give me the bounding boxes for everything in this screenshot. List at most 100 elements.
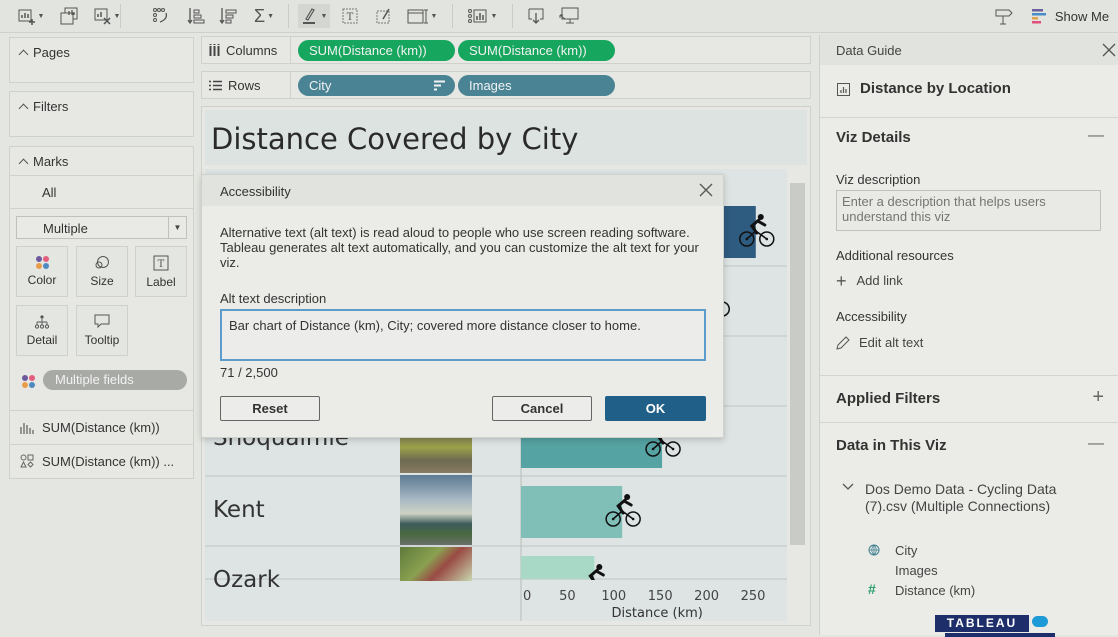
divider: [820, 422, 1118, 423]
dropdown-caret-icon: ▼: [37, 12, 45, 20]
swap-rows-columns-icon: [153, 8, 168, 23]
x-axis-title: Distance (km): [612, 606, 703, 621]
fit-button[interactable]: ▼: [404, 4, 440, 28]
sort-ascending-button[interactable]: [184, 4, 208, 28]
measure-tab-bar[interactable]: SUM(Distance (km)): [10, 411, 193, 444]
bar-ozark: [521, 556, 595, 579]
shape-mark-icon: [20, 454, 34, 468]
totals-button[interactable]: Σ ▼: [250, 4, 278, 28]
data-guide-header: Data Guide: [820, 35, 1118, 65]
pill-label: Images: [469, 78, 512, 93]
pages-card-header[interactable]: Pages: [18, 45, 70, 60]
multiple-fields-pill[interactable]: Multiple fields: [43, 370, 187, 390]
filters-card-header[interactable]: Filters: [18, 99, 69, 114]
data-guide-pane: Data Guide Distance by Location Viz Deta…: [819, 35, 1118, 637]
presentation-mode-button[interactable]: [556, 4, 582, 28]
clear-sheet-icon: [94, 8, 111, 25]
pages-card: Pages: [9, 37, 194, 83]
expand-plus-icon[interactable]: +: [1092, 386, 1104, 409]
duplicate-sheet-icon: [60, 7, 78, 25]
detail-button[interactable]: Detail: [16, 305, 68, 356]
mark-type-select[interactable]: Multiple ▼: [16, 216, 187, 239]
show-cards-button[interactable]: ▼: [464, 4, 500, 28]
swap-button[interactable]: [148, 4, 174, 28]
additional-resources-label: Additional resources: [836, 248, 954, 263]
viz-title: Distance Covered by City: [211, 122, 579, 156]
totals-sigma-icon: Σ: [253, 5, 266, 26]
sort-descending-button[interactable]: [216, 4, 240, 28]
collapse-minus-icon[interactable]: —: [1088, 435, 1104, 453]
show-labels-icon: T: [342, 8, 358, 24]
clear-sheet-button[interactable]: ▼: [92, 4, 122, 28]
rows-label: Rows: [228, 77, 261, 93]
reset-button[interactable]: Reset: [220, 396, 320, 421]
number-hash-icon: #: [868, 581, 876, 597]
globe-icon: [868, 544, 880, 556]
add-link-button[interactable]: + Add link: [836, 272, 903, 290]
chevron-down-icon[interactable]: [842, 483, 854, 491]
format-button[interactable]: [372, 4, 396, 28]
ok-button[interactable]: OK: [605, 396, 706, 421]
viz-description-label: Viz description: [836, 172, 921, 187]
cancel-button[interactable]: Cancel: [492, 396, 592, 421]
rows-pill-city[interactable]: City: [298, 75, 455, 96]
edit-alt-text-button[interactable]: Edit alt text: [836, 335, 923, 350]
highlight-button[interactable]: ▼: [298, 4, 330, 28]
pencil-icon: [836, 335, 850, 350]
label-button[interactable]: T Label: [135, 246, 187, 297]
columns-pill-distance-1[interactable]: SUM(Distance (km)): [298, 40, 455, 61]
marks-all-tab[interactable]: All: [10, 176, 193, 208]
columns-pill-distance-2[interactable]: SUM(Distance (km)): [458, 40, 615, 61]
close-icon[interactable]: [1101, 42, 1117, 58]
viz-description-input[interactable]: [836, 190, 1101, 231]
sort-indicator-icon: [434, 80, 445, 91]
alt-text-input[interactable]: [220, 309, 706, 361]
label-label: Label: [146, 274, 176, 289]
x-tick-label: 100: [601, 589, 626, 604]
show-labels-button[interactable]: T: [338, 4, 362, 28]
sort-ascending-icon: [187, 8, 205, 25]
signpost-button[interactable]: [992, 4, 1016, 28]
rows-pill-images[interactable]: Images: [458, 75, 615, 96]
collapse-chevron-icon: [18, 158, 29, 169]
x-tick-label: 150: [648, 589, 673, 604]
size-button[interactable]: Size: [76, 246, 128, 297]
collapse-chevron-icon: [18, 49, 29, 60]
color-dots-icon: [22, 375, 35, 388]
size-icon: [95, 255, 109, 268]
marks-card-header[interactable]: Marks: [18, 154, 68, 169]
collapse-minus-icon[interactable]: —: [1088, 127, 1104, 145]
vertical-scrollbar[interactable]: [790, 183, 805, 545]
collapse-chevron-icon: [18, 103, 29, 114]
x-tick-label: 0: [523, 589, 531, 604]
svg-text:T: T: [158, 259, 165, 270]
show-me-icon: [1031, 9, 1046, 24]
detail-hierarchy-icon: [34, 314, 50, 329]
data-source-name[interactable]: Dos Demo Data - Cycling Data (7).csv (Mu…: [865, 481, 1085, 515]
multiple-fields-label: Multiple fields: [55, 372, 134, 387]
filters-card: Filters: [9, 91, 194, 137]
dropdown-caret-icon: ▼: [490, 12, 498, 20]
tooltip-button[interactable]: Tooltip: [76, 305, 128, 356]
toolbar-separator: [288, 4, 289, 28]
filters-label: Filters: [33, 99, 69, 114]
pill-label: SUM(Distance (km)): [309, 43, 427, 58]
dialog-description: Alternative text (alt text) is read alou…: [220, 225, 699, 270]
color-button[interactable]: Color: [16, 246, 68, 297]
character-count: 71 / 2,500: [220, 365, 278, 380]
download-button[interactable]: [524, 4, 548, 28]
sheet-title: Distance by Location: [860, 80, 1011, 97]
show-me-button[interactable]: Show Me: [1028, 4, 1112, 28]
fit-view-icon: [407, 9, 428, 24]
signpost-icon: [995, 9, 1013, 25]
duplicate-sheet-button[interactable]: [56, 4, 82, 28]
alt-text-label: Alt text description: [220, 291, 327, 306]
detail-label: Detail: [26, 332, 58, 347]
measure-tab-shape[interactable]: SUM(Distance (km)) ...: [10, 445, 193, 478]
rows-icon: [209, 80, 222, 90]
format-workbook-icon: [376, 8, 390, 24]
size-label: Size: [90, 273, 114, 288]
logo-text: TABLEAU: [946, 616, 1018, 630]
close-icon[interactable]: [697, 181, 715, 199]
new-worksheet-button[interactable]: ▼: [16, 4, 46, 28]
